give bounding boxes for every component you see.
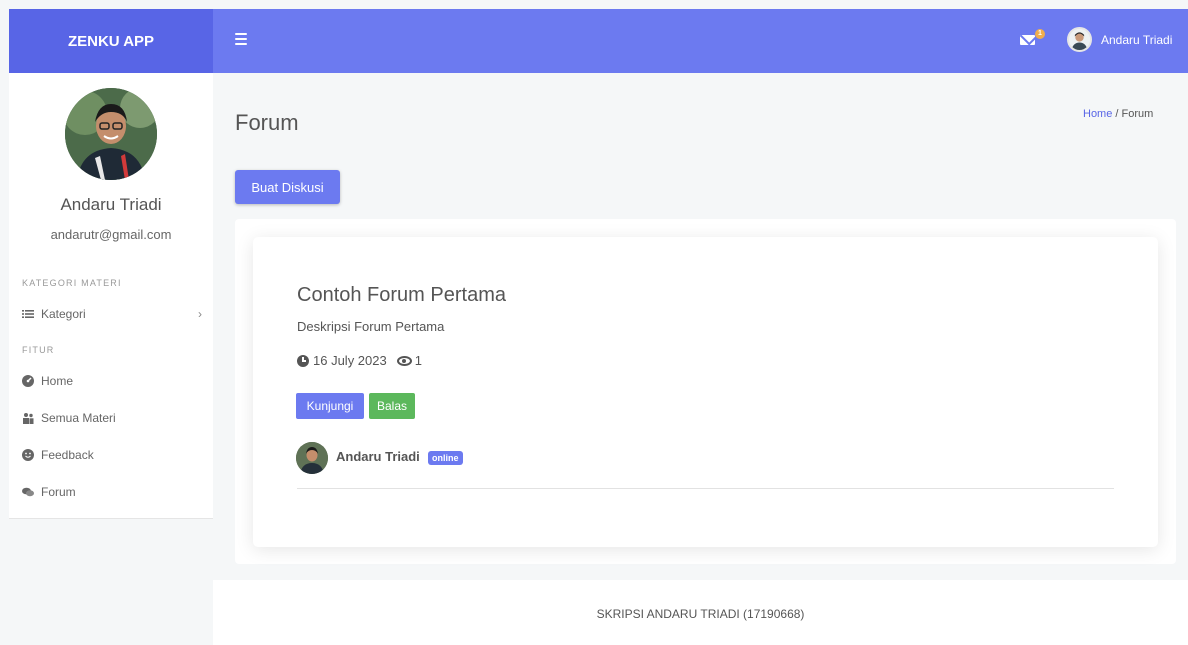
- online-status-badge: online: [428, 451, 463, 465]
- sidebar-user-name: Andaru Triadi: [60, 195, 162, 214]
- sidebar-item-label: Home: [41, 374, 74, 388]
- divider: [297, 488, 1114, 489]
- sidebar-item-label: Semua Materi: [41, 411, 116, 425]
- section-heading-materi: KATEGORI MATERI: [22, 278, 122, 288]
- visit-button[interactable]: Kunjungi: [296, 393, 364, 419]
- sidebar-item-kategori[interactable]: Kategori ›: [22, 307, 202, 321]
- mail-icon[interactable]: [1020, 35, 1035, 45]
- brand-logo[interactable]: ZENKU APP: [9, 9, 213, 73]
- users-icon: [22, 412, 34, 424]
- forum-title[interactable]: Contoh Forum Pertama: [297, 284, 506, 307]
- footer: SKRIPSI ANDARU TRIADI (17190668): [213, 580, 1188, 645]
- breadcrumb-separator: /: [1115, 108, 1119, 120]
- breadcrumb-current: Forum: [1121, 108, 1154, 120]
- sidebar-item-label: Forum: [41, 485, 76, 499]
- profile-avatar: [65, 88, 157, 180]
- create-discussion-button[interactable]: Buat Diskusi: [235, 170, 340, 204]
- sidebar-user-email: andarutr@gmail.com: [50, 227, 172, 242]
- breadcrumb: Home / Forum: [1083, 108, 1153, 120]
- forum-date: 16 July 2023: [313, 353, 387, 368]
- sidebar-item-home[interactable]: Home: [22, 374, 202, 388]
- dashboard-icon: [22, 375, 34, 387]
- eye-icon: [396, 355, 412, 366]
- section-heading-fitur: FITUR: [22, 345, 55, 355]
- sidebar-item-semua-materi[interactable]: Semua Materi: [22, 411, 202, 425]
- sidebar-item-label: Kategori: [41, 307, 86, 321]
- topbar-user-name[interactable]: Andaru Triadi: [1101, 33, 1172, 47]
- chevron-right-icon: ›: [198, 307, 202, 321]
- breadcrumb-home-link[interactable]: Home: [1083, 108, 1112, 120]
- smile-icon: [22, 449, 34, 461]
- sidebar-item-forum[interactable]: Forum: [22, 485, 202, 499]
- sidebar: Andaru Triadi andarutr@gmail.com KATEGOR…: [9, 73, 213, 519]
- sidebar-item-feedback[interactable]: Feedback: [22, 448, 202, 462]
- hamburger-menu-icon[interactable]: [235, 33, 247, 45]
- reply-button[interactable]: Balas: [369, 393, 415, 419]
- mail-count-badge: 1: [1035, 29, 1045, 39]
- author-name[interactable]: Andaru Triadi: [336, 449, 420, 464]
- clock-icon: [297, 354, 309, 367]
- footer-text: SKRIPSI ANDARU TRIADI (17190668): [596, 607, 805, 621]
- comments-icon: [22, 486, 34, 498]
- forum-meta: 16 July 2023 1: [297, 353, 422, 368]
- topbar: 1 Andaru Triadi: [213, 9, 1188, 73]
- forum-description: Deskripsi Forum Pertama: [297, 319, 445, 334]
- forum-view-count: 1: [414, 353, 422, 368]
- user-avatar[interactable]: [1067, 27, 1092, 52]
- sidebar-item-label: Feedback: [41, 448, 94, 462]
- list-icon: [22, 308, 34, 320]
- page-title: Forum: [235, 110, 299, 135]
- author-avatar: [296, 442, 328, 474]
